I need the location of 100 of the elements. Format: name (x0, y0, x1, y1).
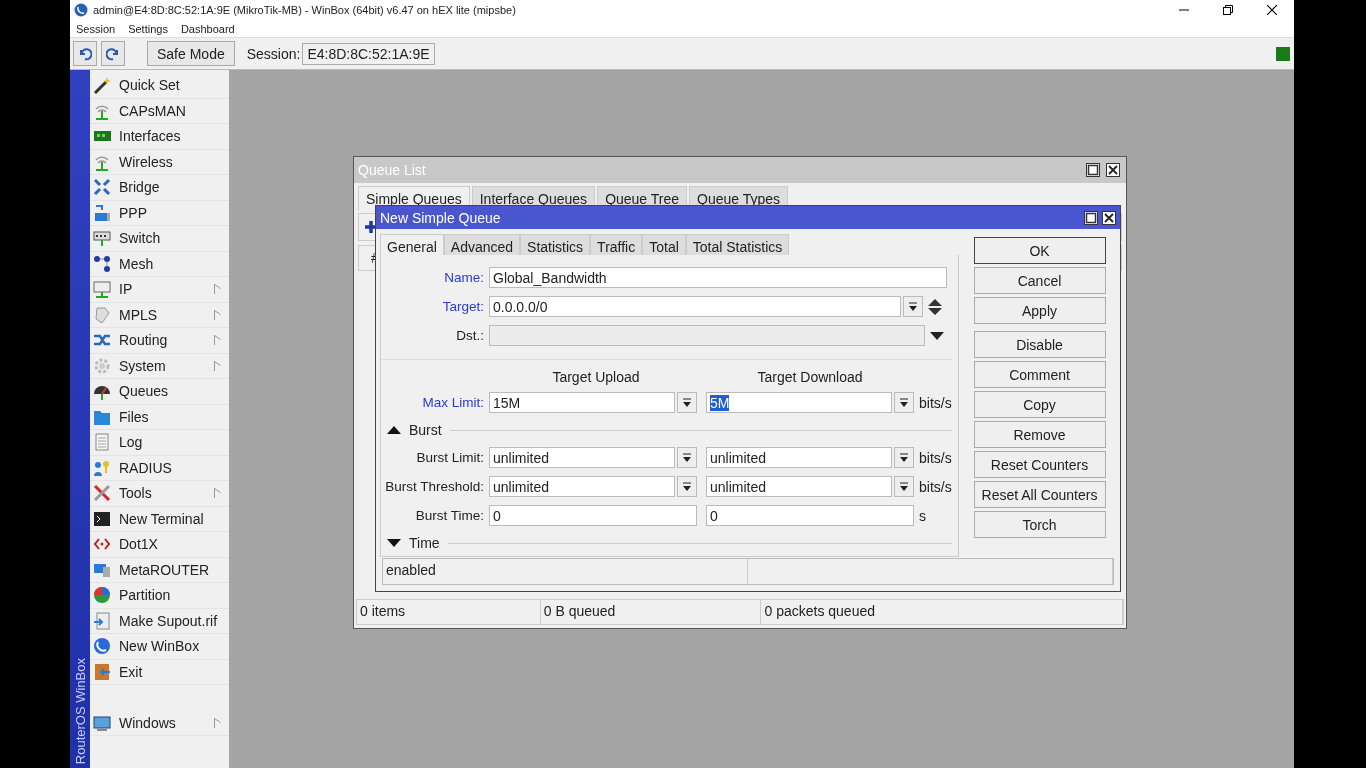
window-icon (93, 713, 111, 732)
tab[interactable]: General (380, 234, 444, 255)
text-field[interactable]: Global_Bandwidth (489, 267, 947, 288)
tab[interactable]: Total Statistics (685, 234, 790, 255)
sidebar-item[interactable]: Files (90, 404, 229, 430)
dialog-button[interactable]: Apply (973, 297, 1106, 324)
dialog-button[interactable]: Copy (973, 391, 1106, 418)
dialog-button[interactable]: Reset All Counters (973, 481, 1106, 508)
nodes-icon (93, 254, 111, 273)
dropdown-icon (682, 397, 692, 408)
text-field[interactable]: 5M (706, 392, 892, 413)
tab[interactable]: Total (642, 234, 686, 255)
sidebar-item[interactable]: New Terminal (90, 506, 229, 532)
dropdown-button[interactable] (677, 447, 697, 468)
text-field[interactable]: unlimited (706, 476, 892, 497)
text-field[interactable]: 0 (706, 505, 914, 526)
tab[interactable]: Traffic (590, 234, 643, 255)
sidebar-item[interactable]: IP (90, 277, 229, 303)
text-field[interactable]: unlimited (489, 476, 675, 497)
sidebar-item[interactable]: Log (90, 430, 229, 456)
dropdown-icon (908, 301, 918, 312)
dropdown-button[interactable] (677, 392, 697, 413)
sidebar-item[interactable]: Switch (90, 226, 229, 252)
sidebar-item[interactable]: MetaROUTER (90, 557, 229, 583)
collapse-arrow-icon[interactable] (387, 426, 401, 434)
field-label: Burst Threshold: (384, 479, 485, 494)
sidebar-item[interactable]: Mesh (90, 251, 229, 277)
status-cell: enabled (383, 559, 748, 584)
dialog-button[interactable]: Remove (973, 421, 1106, 448)
add-icon[interactable] (364, 220, 378, 234)
field-label: Dst.: (455, 328, 485, 343)
dialog-button[interactable]: Reset Counters (973, 451, 1106, 478)
text-field[interactable]: 0 (489, 505, 697, 526)
sidebar-item[interactable]: MPLS (90, 302, 229, 328)
sidebar-item[interactable]: New WinBox (90, 634, 229, 660)
dropdown-icon (682, 481, 692, 492)
dialog-button[interactable]: Comment (973, 361, 1106, 388)
dropdown-button[interactable] (894, 476, 914, 497)
document-icon (93, 433, 111, 452)
menu-item[interactable]: Settings (128, 22, 168, 35)
unit-label: bits/s (919, 394, 952, 411)
redo-icon (106, 46, 120, 61)
text-field[interactable]: 0.0.0.0/0 (489, 296, 901, 317)
redo-button[interactable] (101, 41, 125, 66)
menu-item[interactable]: Session (76, 22, 116, 35)
sidebar-item[interactable]: RADIUS (90, 455, 229, 481)
menu-item[interactable]: Dashboard (180, 22, 235, 35)
sidebar-item[interactable]: Interfaces (90, 124, 229, 150)
tab[interactable]: Advanced (443, 234, 521, 255)
dialog-button[interactable]: Disable (973, 331, 1106, 358)
close-icon[interactable] (1102, 210, 1116, 225)
text-field[interactable]: 15M (489, 392, 675, 413)
dialog-button[interactable]: Torch (973, 511, 1106, 538)
sidebar-item[interactable]: Queues (90, 379, 229, 405)
dialog-button[interactable]: OK (973, 237, 1106, 264)
sidebar-item[interactable]: Tools (90, 481, 229, 507)
dialog-titlebar: New Simple Queue (376, 206, 1120, 229)
sidebar-item[interactable]: Exit (90, 659, 229, 685)
dropdown-icon (899, 397, 909, 408)
dropdown-button[interactable] (677, 476, 697, 497)
undo-button[interactable] (73, 41, 97, 66)
sidebar-item[interactable]: Windows (90, 710, 229, 736)
section-label: Burst (409, 422, 442, 438)
section-label: Time (409, 535, 440, 551)
sidebar-item[interactable]: Routing (90, 328, 229, 354)
status-cell: 0 items (357, 600, 541, 624)
text-field[interactable]: unlimited (489, 447, 675, 468)
column-header: Target Upload (551, 369, 641, 385)
text-field[interactable]: unlimited (706, 447, 892, 468)
sidebar-item[interactable]: Make Supout.rif (90, 608, 229, 634)
close-icon[interactable] (1267, 5, 1277, 15)
dialog-button[interactable]: Cancel (973, 267, 1106, 294)
dropdown-button[interactable] (903, 296, 923, 317)
up-down-arrows-icon[interactable] (927, 297, 943, 316)
status-cell: 0 B queued (540, 600, 762, 624)
dropdown-icon (899, 481, 909, 492)
text-field[interactable] (489, 325, 925, 346)
tools-icon (93, 484, 111, 503)
tab[interactable]: Statistics (520, 234, 591, 255)
dropdown-icon (899, 452, 909, 463)
app-logo-icon (74, 3, 88, 17)
restore-icon[interactable] (1223, 5, 1233, 15)
close-icon[interactable] (1106, 163, 1120, 177)
terminal-icon (93, 509, 111, 528)
expand-arrow-icon[interactable] (387, 539, 401, 547)
sidebar-item[interactable]: PPP (90, 200, 229, 226)
unit-label: bits/s (919, 449, 952, 466)
maximize-icon[interactable] (1086, 163, 1100, 177)
users-icon (93, 458, 111, 477)
maximize-icon[interactable] (1084, 210, 1098, 225)
field-label: Name: (443, 270, 485, 285)
switch-icon (93, 229, 111, 248)
dropdown-arrow-icon[interactable] (930, 331, 944, 340)
session-value: E4:8D:8C:52:1A:9E (302, 42, 435, 65)
dropdown-button[interactable] (894, 447, 914, 468)
sidebar-item[interactable]: Bridge (90, 175, 229, 201)
safe-mode-button[interactable]: Safe Mode (147, 41, 235, 66)
sidebar-item[interactable]: Partition (90, 583, 229, 609)
dropdown-button[interactable] (894, 392, 914, 413)
sidebar-item[interactable]: System (90, 353, 229, 379)
